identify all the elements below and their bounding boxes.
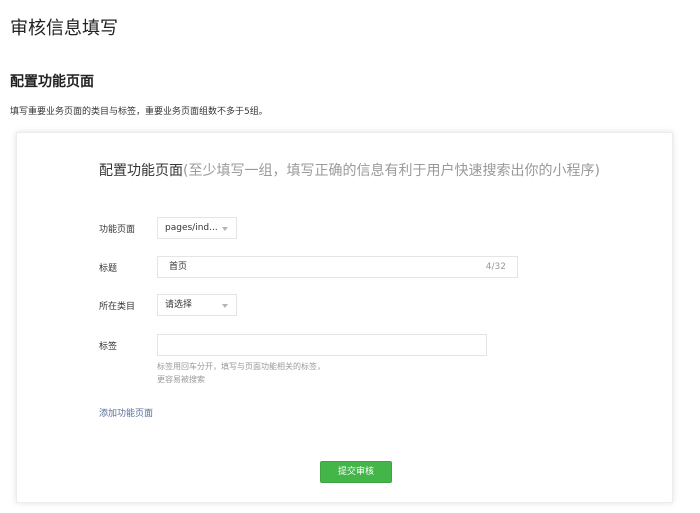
tags-help-text: 标签用回车分开，填写与页面功能相关的标签， 更容易被搜索 <box>157 360 325 386</box>
tags-help-line-2: 更容易被搜索 <box>157 375 205 384</box>
tags-help-line-1: 标签用回车分开，填写与页面功能相关的标签， <box>157 362 325 371</box>
form-heading-main: 配置功能页面 <box>99 163 183 179</box>
category-select[interactable]: 请选择 <box>157 294 237 316</box>
title-label: 标题 <box>99 264 118 274</box>
title-input[interactable]: 首页 4/32 <box>157 256 518 278</box>
function-page-select[interactable]: pages/ind... <box>157 217 237 239</box>
tags-input[interactable] <box>157 334 487 356</box>
submit-review-button[interactable]: 提交审核 <box>320 461 392 483</box>
title-char-counter: 4/32 <box>485 262 506 272</box>
tags-label: 标签 <box>99 342 118 352</box>
chevron-down-icon <box>222 304 228 308</box>
form-heading-hint: (至少填写一组，填写正确的信息有利于用户快速搜索出你的小程序) <box>183 163 600 179</box>
section-title: 配置功能页面 <box>10 74 94 90</box>
add-function-page-link[interactable]: 添加功能页面 <box>99 406 153 419</box>
category-label: 所在类目 <box>99 302 136 312</box>
function-page-value: pages/ind... <box>165 223 218 233</box>
function-page-label: 功能页面 <box>99 225 136 235</box>
section-description: 填写重要业务页面的类目与标签，重要业务页面组数不多于5组。 <box>10 107 268 117</box>
page: 审核信息填写 配置功能页面 填写重要业务页面的类目与标签，重要业务页面组数不多于… <box>0 0 700 513</box>
form-heading: 配置功能页面(至少填写一组，填写正确的信息有利于用户快速搜索出你的小程序) <box>99 160 600 180</box>
title-input-value: 首页 <box>169 262 188 272</box>
category-value: 请选择 <box>165 300 193 310</box>
chevron-down-icon <box>222 227 228 231</box>
form-card: 配置功能页面(至少填写一组，填写正确的信息有利于用户快速搜索出你的小程序) 功能… <box>16 132 673 503</box>
page-title: 审核信息填写 <box>10 18 118 39</box>
